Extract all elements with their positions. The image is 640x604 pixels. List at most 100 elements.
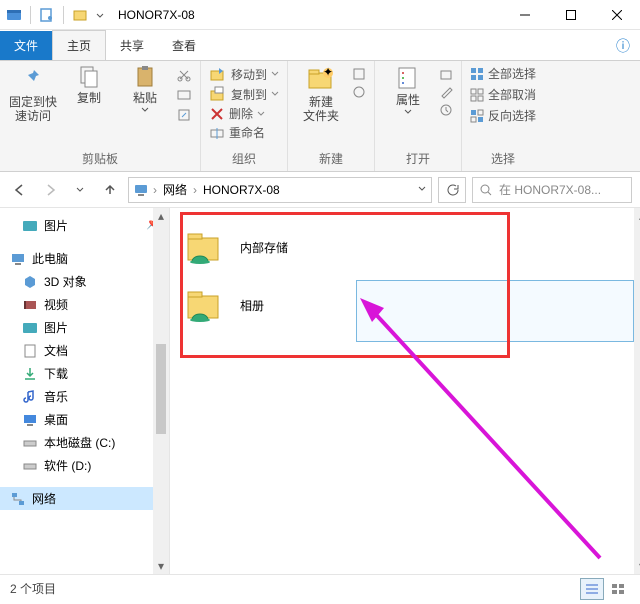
ribbon-group-open: 属性 打开 [375,61,462,171]
copy-button[interactable]: 复制 [64,65,114,105]
search-icon [479,183,493,197]
paste-button[interactable]: 粘贴 [120,65,170,113]
nav-desktop[interactable]: 桌面 [0,408,169,431]
new-item-button[interactable] [352,67,366,81]
nav-pictures[interactable]: 图片 [0,214,169,237]
rename-button[interactable]: 重命名 [209,124,265,141]
delete-button[interactable]: 删除 [209,105,265,122]
copy-to-button[interactable]: 复制到 [209,85,279,103]
group-label: 剪贴板 [8,148,192,167]
separator [30,6,31,24]
tab-view[interactable]: 查看 [158,31,210,60]
title-bar: HONOR7X-08 [0,0,640,30]
easy-access-button[interactable] [352,85,366,99]
crumb-network[interactable]: 网络 [161,181,189,198]
navigation-pane: 📌 图片 此电脑 3D 对象 视频 图片 文档 下载 音乐 桌面 本地磁盘 (C… [0,208,170,574]
pin-icon [19,65,47,93]
move-to-button[interactable]: 移动到 [209,65,279,83]
breadcrumb-bar[interactable]: › 网络 › HONOR7X-08 [128,177,432,203]
nav-d-drive[interactable]: 软件 (D:) [0,454,169,477]
details-view-button[interactable] [580,578,604,600]
select-none-button[interactable]: 全部取消 [470,86,536,103]
nav-this-pc[interactable]: 此电脑 [0,247,169,270]
nav-pictures-2[interactable]: 图片 [0,316,169,339]
qat-properties-icon[interactable] [39,7,55,23]
scroll-thumb[interactable] [156,344,166,434]
move-icon [209,65,227,83]
nav-downloads[interactable]: 下载 [0,362,169,385]
nav-network[interactable]: 网络 [0,487,169,510]
up-button[interactable] [98,178,122,202]
history-button[interactable] [439,103,453,117]
large-icons-view-button[interactable] [606,578,630,600]
qat-dropdown-icon[interactable] [96,7,104,23]
ribbon-group-select: 全部选择 全部取消 反向选择 选择 [462,61,544,171]
tab-file[interactable]: 文件 [0,31,52,60]
select-all-icon [470,67,484,81]
scroll-down-icon[interactable]: ▾ [634,558,640,574]
nav-music[interactable]: 音乐 [0,385,169,408]
item-count: 2 个项目 [10,580,56,597]
nav-documents[interactable]: 文档 [0,339,169,362]
ribbon: 固定到快 速访问 复制 粘贴 剪贴板 移动到 复制到 删除 [0,60,640,172]
label: 全部选择 [488,65,536,82]
window-controls [502,0,640,30]
chevron-right-icon[interactable]: › [153,183,157,197]
scroll-down-icon[interactable]: ▾ [153,558,169,574]
properties-button[interactable]: 属性 [383,65,433,115]
label: 固定到快 速访问 [9,95,57,124]
tab-home[interactable]: 主页 [52,30,106,60]
content-scrollbar[interactable]: ▴ ▾ [634,208,640,574]
back-button[interactable] [8,178,32,202]
group-label: 新建 [296,148,366,167]
copy-path-button[interactable] [176,87,192,103]
ribbon-tabs: 文件 主页 共享 查看 ⓘ [0,30,640,60]
edit-button[interactable] [439,85,453,99]
explorer-body: 📌 图片 此电脑 3D 对象 视频 图片 文档 下载 音乐 桌面 本地磁盘 (C… [0,208,640,574]
help-icon[interactable]: ⓘ [616,36,630,56]
recent-dropdown[interactable] [68,178,92,202]
scroll-up-icon[interactable]: ▴ [153,208,169,224]
paste-shortcut-button[interactable] [176,107,192,123]
qat-new-icon[interactable] [72,7,88,23]
tab-share[interactable]: 共享 [106,31,158,60]
address-dropdown-icon[interactable] [417,183,427,197]
scroll-up-icon[interactable]: ▴ [634,208,640,224]
crumb-device[interactable]: HONOR7X-08 [201,183,282,197]
open-button[interactable] [439,67,453,81]
invert-selection-button[interactable]: 反向选择 [470,107,536,124]
nav-videos[interactable]: 视频 [0,293,169,316]
invert-icon [470,109,484,123]
refresh-button[interactable] [438,177,466,203]
minimize-button[interactable] [502,0,548,30]
maximize-button[interactable] [548,0,594,30]
address-bar: › 网络 › HONOR7X-08 在 HONOR7X-08... [0,172,640,208]
close-button[interactable] [594,0,640,30]
label: 属性 [396,93,420,107]
label: 反向选择 [488,107,536,124]
search-box[interactable]: 在 HONOR7X-08... [472,177,632,203]
label: 复制 [77,91,101,105]
svg-text:✦: ✦ [323,65,333,79]
nav-c-drive[interactable]: 本地磁盘 (C:) [0,431,169,454]
content-pane[interactable]: 内部存储 相册 ▴ ▾ [170,208,640,574]
path-icon [176,87,192,103]
shortcut-icon [176,107,192,123]
ribbon-group-clipboard: 固定到快 速访问 复制 粘贴 剪贴板 [0,61,201,171]
chevron-right-icon[interactable]: › [193,183,197,197]
ribbon-group-new: ✦ 新建 文件夹 新建 [288,61,375,171]
delete-icon [209,106,225,122]
label: 重命名 [229,124,265,141]
scissors-icon [176,67,192,83]
separator [63,6,64,24]
cut-button[interactable] [176,67,192,83]
forward-button[interactable] [38,178,62,202]
nav-scrollbar[interactable]: ▴ ▾ [153,208,169,574]
new-folder-button[interactable]: ✦ 新建 文件夹 [296,65,346,124]
pin-quick-access-button[interactable]: 固定到快 速访问 [8,65,58,124]
search-placeholder: 在 HONOR7X-08... [499,181,601,198]
nav-3d-objects[interactable]: 3D 对象 [0,270,169,293]
select-all-button[interactable]: 全部选择 [470,65,536,82]
view-mode-buttons [580,578,630,600]
label: 复制到 [231,86,267,103]
